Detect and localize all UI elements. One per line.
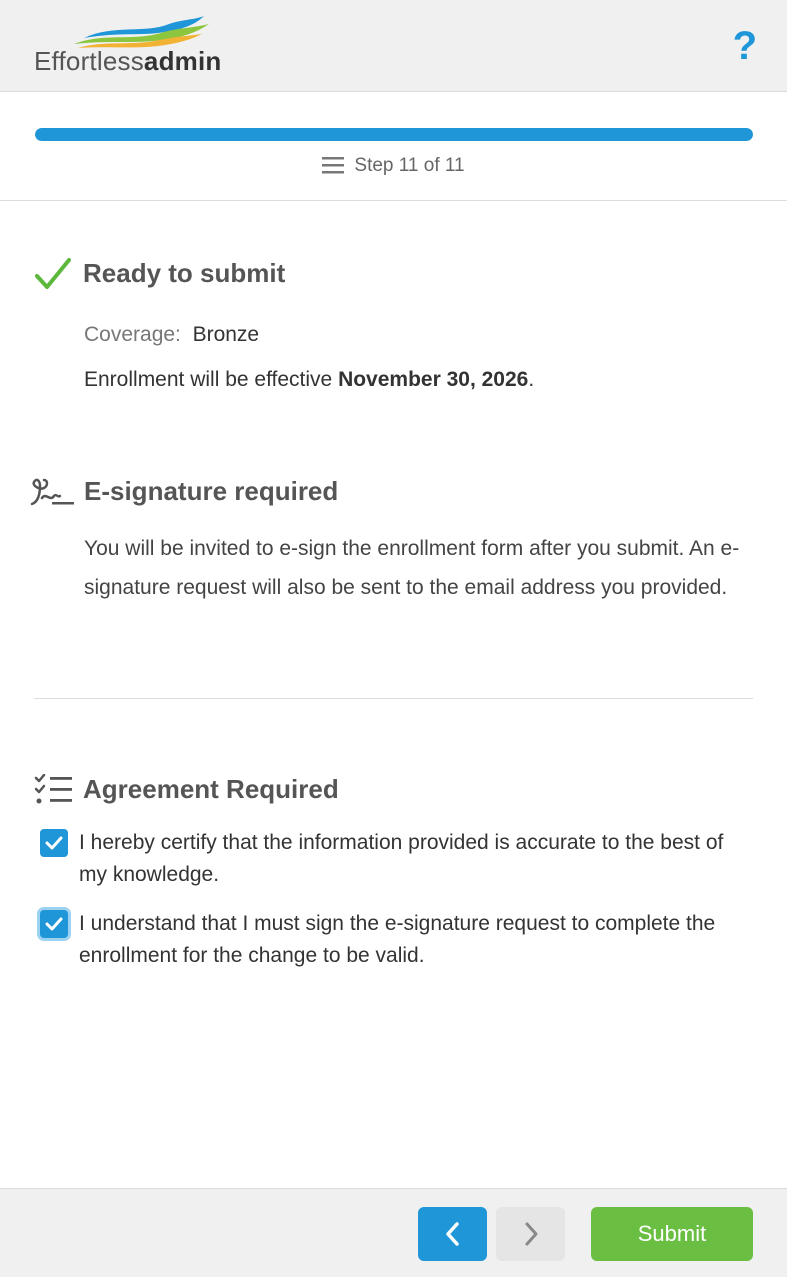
esign-checkbox-label[interactable]: I understand that I must sign the e-sign… (79, 908, 754, 972)
signature-icon (30, 478, 74, 506)
effective-date: November 30, 2026 (338, 368, 529, 391)
certify-checkbox-label[interactable]: I hereby certify that the information pr… (79, 827, 754, 891)
chevron-left-icon (445, 1222, 459, 1246)
effective-prefix: Enrollment will be effective (84, 368, 339, 391)
progress-section: Step 11 of 11 (0, 92, 787, 201)
previous-button[interactable] (418, 1207, 487, 1261)
logo-wordmark: Effortlessadmin (34, 46, 222, 76)
next-button[interactable] (496, 1207, 565, 1261)
footer-nav: Submit (0, 1188, 787, 1277)
hamburger-menu-icon (322, 156, 345, 180)
step-indicator-label: Step 11 of 11 (354, 155, 465, 176)
submit-button[interactable]: Submit (591, 1207, 753, 1261)
e-signature-description: You will be invited to e-sign the enroll… (84, 537, 740, 599)
coverage-label: Coverage: (84, 323, 181, 346)
effective-suffix: . (528, 368, 535, 391)
coverage-value: Bronze (192, 323, 260, 346)
progress-bar-fill (35, 128, 753, 141)
checklist-icon (34, 774, 72, 804)
esign-checkbox[interactable] (40, 910, 68, 938)
step-indicator[interactable]: Step 11 of 11 (0, 155, 787, 180)
coverage-detail: Coverage: Bronze (84, 323, 259, 347)
checkbox-check-icon (45, 836, 63, 850)
chevron-right-icon (525, 1222, 537, 1246)
certify-checkbox[interactable] (40, 829, 68, 857)
section-divider (34, 698, 753, 699)
checkbox-check-icon (45, 917, 63, 931)
agreement-required-title: Agreement Required (83, 774, 339, 804)
help-icon[interactable]: ? (733, 24, 757, 68)
checkmark-icon (35, 258, 71, 289)
ready-to-submit-title: Ready to submit (83, 258, 286, 288)
logo-swoosh-icon (74, 16, 209, 48)
e-signature-title: E-signature required (84, 476, 339, 506)
effortless-admin-logo: Effortlessadmin (34, 16, 234, 76)
effective-date-line: Enrollment will be effective November 30… (84, 368, 534, 392)
app-header: Effortlessadmin ? (0, 0, 787, 92)
progress-bar (35, 128, 753, 141)
